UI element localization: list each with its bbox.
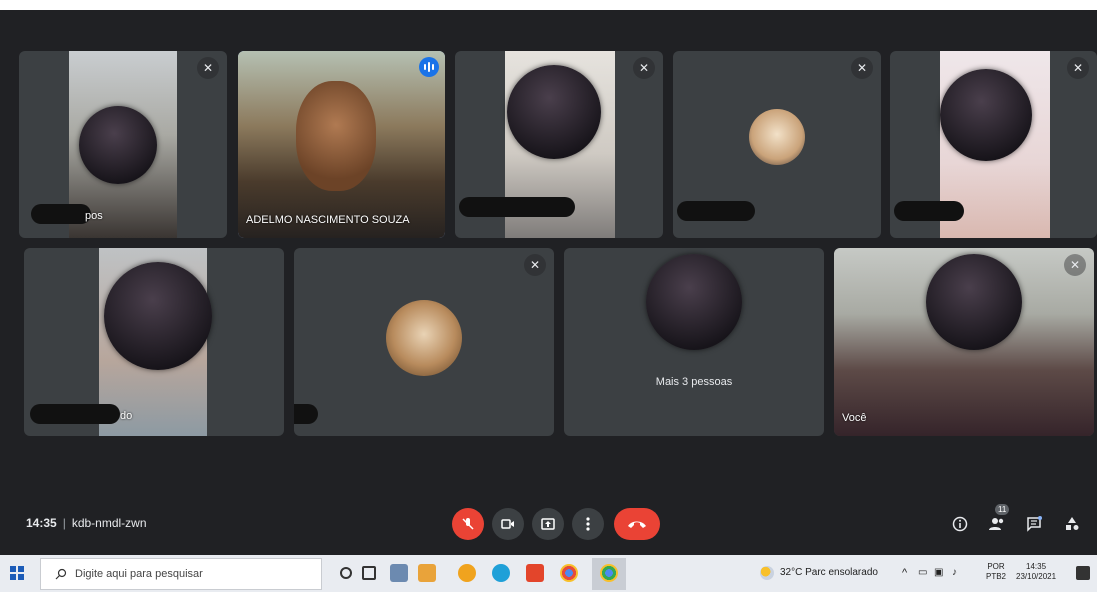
participant-tile[interactable]: ✕ (890, 51, 1097, 238)
people-button[interactable]: 11 (985, 504, 1010, 536)
participant-name: Você (842, 412, 867, 424)
participant-name: ADELMO NASCIMENTO SOUZA (246, 214, 410, 226)
participant-name: pos (85, 210, 103, 222)
blurred-face (104, 262, 212, 370)
language-top: POR (987, 562, 1005, 571)
redacted-name (459, 197, 575, 217)
edge-icon[interactable] (492, 564, 510, 582)
speaker-icon: ♪ (952, 567, 957, 578)
network-icon: ▭ (918, 567, 928, 578)
mic-off-icon: ✕ (1064, 254, 1086, 276)
top-strip (0, 0, 1097, 10)
chevron-up-icon[interactable]: ^ (902, 567, 907, 579)
mic-off-icon: ✕ (633, 57, 655, 79)
meeting-code: kdb-nmdl-zwn (71, 516, 147, 530)
people-count-badge: 11 (995, 504, 1010, 515)
windows-start-icon[interactable] (10, 566, 24, 580)
cortana-icon[interactable] (340, 567, 352, 579)
redacted-name (894, 201, 964, 221)
mic-toggle-button[interactable] (452, 508, 484, 540)
participant-tile[interactable]: ✕ pos (19, 51, 227, 238)
meet-tray-icon: ▣ (934, 567, 944, 578)
language-bottom: PTB2 (986, 572, 1007, 581)
redacted-name (677, 201, 755, 221)
participant-tile[interactable]: ✕ (294, 248, 554, 436)
chat-icon (1027, 516, 1042, 532)
mic-off-icon: ✕ (851, 57, 873, 79)
file-manager-icon[interactable] (390, 564, 408, 582)
chrome-icon[interactable] (560, 564, 578, 582)
chat-button[interactable] (1022, 512, 1046, 536)
blurred-face (507, 65, 601, 159)
present-button[interactable] (532, 508, 564, 540)
clock-date: 23/10/2021 (1016, 572, 1057, 581)
redacted-name (31, 204, 91, 224)
activities-icon (1066, 517, 1079, 530)
participant-face (296, 81, 376, 191)
weather-icon (760, 566, 774, 580)
clock-time: 14:35 (1026, 562, 1047, 571)
meet-window: ✕ pos ADELMO NASCIMENTO SOUZA ✕ ✕ ✕ do ✕ (0, 0, 1097, 555)
search-icon (55, 568, 67, 580)
mic-off-icon (462, 518, 474, 530)
chrome-like-icon[interactable] (458, 564, 476, 582)
participant-avatar (386, 300, 462, 376)
speaking-icon (419, 57, 439, 77)
meeting-info: 14:35 | kdb-nmdl-zwn (26, 516, 147, 530)
participant-name: do (120, 410, 133, 422)
end-call-icon (628, 521, 646, 528)
participant-tile[interactable]: do (24, 248, 284, 436)
taskbar-search-box[interactable]: Digite aqui para pesquisar (40, 558, 322, 590)
info-icon (952, 516, 968, 532)
more-options-button[interactable] (572, 508, 604, 540)
office-icon[interactable] (526, 564, 544, 582)
mic-off-icon: ✕ (1067, 57, 1089, 79)
task-view-icon[interactable] (362, 566, 376, 580)
blurred-face (79, 106, 157, 184)
redacted-name (294, 404, 318, 424)
activities-button[interactable] (1060, 512, 1084, 536)
more-participants-label: Mais 3 pessoas (655, 376, 733, 388)
blurred-face (940, 69, 1032, 161)
people-icon (989, 518, 1004, 530)
store-icon[interactable] (418, 564, 436, 582)
camera-icon (501, 519, 514, 529)
self-view-tile[interactable]: ✕ Você (834, 248, 1094, 436)
camera-toggle-button[interactable] (492, 508, 524, 540)
participant-tile-speaking[interactable]: ADELMO NASCIMENTO SOUZA (238, 51, 445, 238)
chrome-icon-active[interactable] (600, 564, 618, 582)
participant-tile[interactable]: ✕ (455, 51, 663, 238)
participant-tile[interactable]: ✕ (673, 51, 881, 238)
separator: | (62, 516, 66, 530)
language-indicator[interactable]: POR PTB2 (986, 562, 1006, 582)
mic-off-icon: ✕ (524, 254, 546, 276)
more-vert-icon (586, 517, 590, 531)
notifications-icon[interactable] (1076, 566, 1090, 580)
mic-off-icon: ✕ (197, 57, 219, 79)
end-call-button[interactable] (614, 508, 660, 540)
meeting-time: 14:35 (26, 516, 57, 530)
blurred-face (926, 254, 1022, 350)
present-icon (541, 518, 555, 530)
participant-avatar (749, 109, 805, 165)
blurred-face (646, 254, 742, 350)
redacted-name (30, 404, 120, 424)
search-placeholder: Digite aqui para pesquisar (75, 568, 203, 580)
taskbar-clock[interactable]: 14:35 23/10/2021 (1016, 562, 1056, 582)
weather-text[interactable]: 32°C Parc ensolarado (780, 567, 878, 578)
more-participants-tile[interactable]: Mais 3 pessoas (564, 248, 824, 436)
meeting-details-button[interactable] (948, 512, 972, 536)
